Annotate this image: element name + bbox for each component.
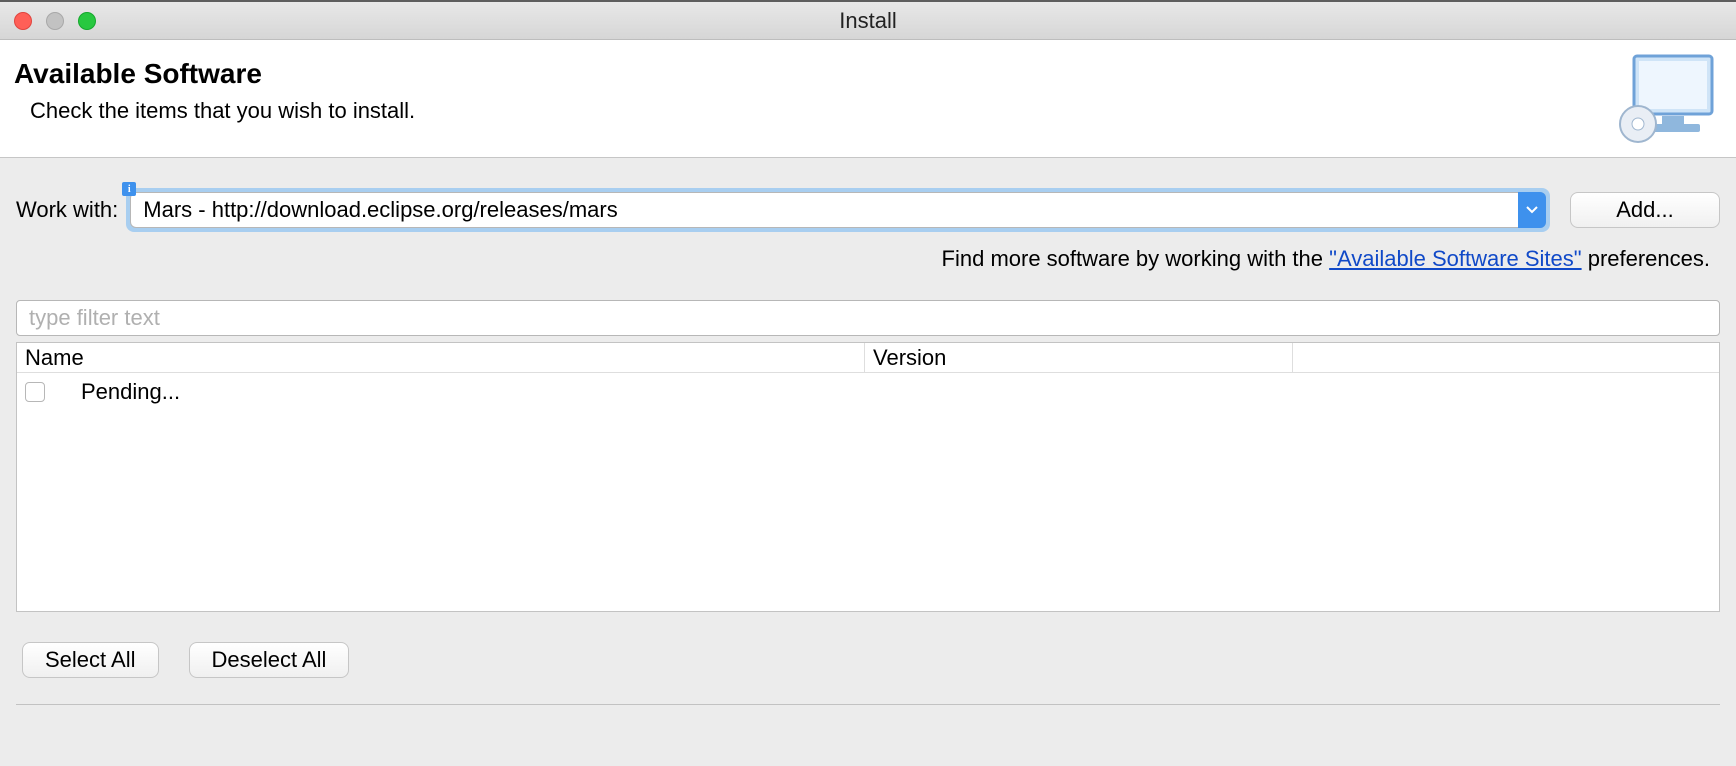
add-site-button[interactable]: Add... [1570,192,1720,228]
page-title: Available Software [14,58,1722,90]
table-header: Name Version [17,343,1719,373]
sites-hint: Find more software by working with the "… [16,246,1720,272]
column-blank [1293,343,1720,372]
minimize-window-button[interactable] [46,12,64,30]
filter-input[interactable] [16,300,1720,336]
sites-hint-suffix: preferences. [1582,246,1710,271]
work-with-dropdown-button[interactable] [1518,192,1546,228]
window-controls [14,12,96,30]
table-row[interactable]: Pending... [17,377,1719,407]
monitor-install-icon [1616,54,1716,144]
page-subtitle: Check the items that you wish to install… [30,98,1722,124]
wizard-header: Available Software Check the items that … [0,40,1736,158]
available-software-sites-link[interactable]: "Available Software Sites" [1329,246,1581,271]
sites-hint-prefix: Find more software by working with the [942,246,1330,271]
row-checkbox[interactable] [25,382,45,402]
software-table[interactable]: Name Version Pending... [16,342,1720,612]
zoom-window-button[interactable] [78,12,96,30]
close-window-button[interactable] [14,12,32,30]
column-version[interactable]: Version [865,343,1293,372]
deselect-all-button[interactable]: Deselect All [189,642,350,678]
work-with-combo[interactable] [130,192,1546,228]
info-badge-icon [122,182,136,196]
work-with-input[interactable] [130,192,1546,228]
window-title: Install [0,2,1736,39]
wizard-body: Work with: Add... Find more software by … [0,158,1736,705]
work-with-row: Work with: Add... [16,192,1720,228]
selection-buttons: Select All Deselect All [16,642,1720,678]
separator [16,704,1720,705]
row-name: Pending... [81,379,180,405]
select-all-button[interactable]: Select All [22,642,159,678]
column-name[interactable]: Name [17,343,865,372]
chevron-down-icon [1526,206,1538,214]
table-body: Pending... [17,373,1719,411]
work-with-label: Work with: [16,197,122,223]
title-bar: Install [0,0,1736,40]
